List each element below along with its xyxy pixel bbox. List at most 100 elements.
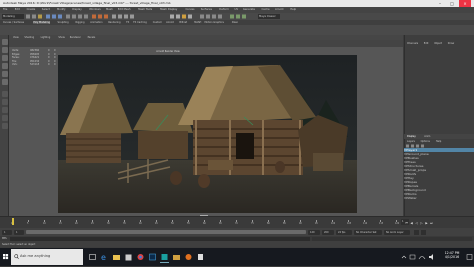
menu-item-uv[interactable]: UV <box>235 8 239 11</box>
viewport-menu-shading[interactable]: Shading <box>24 36 34 39</box>
close-button[interactable]: × <box>459 0 471 7</box>
shelf-tab-mash[interactable]: MASH <box>194 21 201 24</box>
layer-tab-anim[interactable]: Anim <box>424 135 430 138</box>
character-set-dropdown[interactable]: No Character Set <box>354 229 382 235</box>
viewport-menu-renderer[interactable]: Renderer <box>70 36 81 39</box>
select-tool-icon[interactable] <box>1 39 8 45</box>
paint-select-icon[interactable] <box>1 55 8 61</box>
menu-item-modify[interactable]: Modify <box>57 8 66 11</box>
menu-item-deform[interactable]: Deform <box>219 8 229 11</box>
layer-tab-display[interactable]: Display <box>407 135 416 138</box>
maximize-button[interactable]: □ <box>446 0 458 7</box>
minimize-button[interactable]: – <box>434 0 446 7</box>
layout-four-icon[interactable] <box>1 99 8 105</box>
file-explorer-icon[interactable] <box>112 251 121 263</box>
task-view-icon[interactable] <box>88 251 97 263</box>
workspace-dropdown[interactable]: Maya Classic <box>258 14 280 19</box>
time-tick-label: 15 <box>59 222 62 225</box>
shelf-tab-rigging[interactable]: Rigging <box>75 21 84 24</box>
photoshop-icon[interactable] <box>148 251 157 263</box>
autokey-icon[interactable] <box>421 229 426 235</box>
status-line: Modeling Maya Classic <box>0 13 474 20</box>
rotate-tool-icon[interactable] <box>1 71 8 77</box>
taskbar-clock[interactable]: 12:47 PM 4/1/2016 <box>440 251 464 263</box>
channel-tab-object[interactable]: Object <box>434 42 442 45</box>
fps-dropdown[interactable]: 24 fps <box>336 229 352 235</box>
taskbar-search[interactable]: Ask me anything <box>11 249 83 265</box>
shelf-tab-poly-modeling[interactable]: Poly Modeling <box>33 21 50 24</box>
shelf-tab-fx[interactable]: FX <box>126 21 129 24</box>
shelf-tab-arnold[interactable]: Arnold <box>166 21 174 24</box>
menu-item-mesh[interactable]: Mesh <box>106 8 113 11</box>
viewport-menu-view[interactable]: View <box>13 36 19 39</box>
layout-graph-icon[interactable] <box>1 123 8 129</box>
playback-start-field[interactable]: 1 <box>14 229 24 235</box>
channel-tab-show[interactable]: Show <box>448 42 454 45</box>
shelf-tab-animation[interactable]: Animation <box>90 21 102 24</box>
range-start-field[interactable]: 1 <box>2 229 12 235</box>
mode-dropdown[interactable]: Modeling <box>2 14 24 19</box>
shelf-tab-curves-surfaces[interactable]: Curves / Surfaces <box>3 21 24 24</box>
shelf-tab-fx-caching[interactable]: FX Caching <box>133 21 146 24</box>
viewport-menu-show[interactable]: Show <box>58 36 64 39</box>
layer-menu-options[interactable]: Options <box>421 140 430 143</box>
menu-item-edit-mesh[interactable]: Edit Mesh <box>118 8 131 11</box>
menu-item-select[interactable]: Select <box>42 8 50 11</box>
time-tick-label: 80 <box>267 222 270 225</box>
shelf-tab-sculpting[interactable]: Sculpting <box>58 21 69 24</box>
range-bar[interactable] <box>26 230 306 234</box>
layout-outliner-icon[interactable] <box>1 115 8 121</box>
notepad-icon[interactable] <box>196 251 205 263</box>
menu-item-windows[interactable]: Windows <box>89 8 101 11</box>
menu-item-help[interactable]: Help <box>290 8 296 11</box>
shelf-tab-rendering[interactable]: Rendering <box>108 21 120 24</box>
menu-item-cache[interactable]: Cache <box>262 8 270 11</box>
menu-item-arnold[interactable]: Arnold <box>275 8 283 11</box>
start-button[interactable] <box>0 248 11 266</box>
move-tool-icon[interactable] <box>1 63 8 69</box>
lasso-tool-icon[interactable] <box>1 47 8 53</box>
anim-layer-dropdown[interactable]: No Anim Layer <box>384 229 410 235</box>
hud-label: UVs: <box>12 63 18 66</box>
anim-end-field[interactable]: 200 <box>322 229 334 235</box>
chrome-icon[interactable] <box>136 251 145 263</box>
go-end-icon[interactable]: ⏭ <box>429 221 434 225</box>
layer-menu-layers[interactable]: Layers <box>407 140 415 143</box>
layout-side-icon[interactable] <box>1 107 8 113</box>
menu-item-surfaces[interactable]: Surfaces <box>201 8 212 11</box>
maya-icon[interactable] <box>160 251 169 263</box>
notification-icon[interactable] <box>466 251 473 263</box>
playback-end-field[interactable]: 120 <box>308 229 320 235</box>
layout-single-icon[interactable] <box>1 91 8 97</box>
shelf-tab-motion-graphics[interactable]: Motion Graphics <box>204 21 223 24</box>
command-language-label[interactable]: MEL <box>2 237 7 240</box>
render-view-title: Arnold Render View <box>156 50 180 53</box>
menu-item-curves[interactable]: Curves <box>186 8 195 11</box>
menu-item-mesh-display[interactable]: Mesh Display <box>160 8 177 11</box>
channel-tab-channels[interactable]: Channels <box>407 42 418 45</box>
edge-icon[interactable]: e <box>100 251 109 263</box>
media-player-icon[interactable] <box>184 251 193 263</box>
time-tick-label: 50 <box>171 222 174 225</box>
layer-menu-help[interactable]: Help <box>436 140 441 143</box>
layer-row[interactable]: VPWater <box>404 196 474 200</box>
shelf-tab-custom[interactable]: Custom <box>153 21 162 24</box>
menu-item-file[interactable]: File <box>3 8 7 11</box>
channel-tab-edit[interactable]: Edit <box>424 42 429 45</box>
viewport-menu-panels[interactable]: Panels <box>88 36 96 39</box>
menu-item-display[interactable]: Display <box>72 8 82 11</box>
store-icon[interactable] <box>124 251 133 263</box>
viewport-menu-lighting[interactable]: Lighting <box>41 36 51 39</box>
command-input[interactable] <box>10 236 310 241</box>
folder-icon[interactable] <box>172 251 181 263</box>
shelf-tab-bifrost[interactable]: Bifrost <box>179 21 187 24</box>
menu-item-mesh-tools[interactable]: Mesh Tools <box>138 8 152 11</box>
menu-item-create[interactable]: Create <box>27 8 36 11</box>
current-time-indicator[interactable] <box>12 218 14 225</box>
menu-item-generate[interactable]: Generate <box>243 8 255 11</box>
time-tick-label: 5 <box>27 222 29 225</box>
scale-tool-icon[interactable] <box>1 79 8 85</box>
shelf-tab-xgen[interactable]: XGen <box>232 21 238 24</box>
menu-item-edit[interactable]: Edit <box>15 8 20 11</box>
key-icon[interactable] <box>414 229 419 235</box>
